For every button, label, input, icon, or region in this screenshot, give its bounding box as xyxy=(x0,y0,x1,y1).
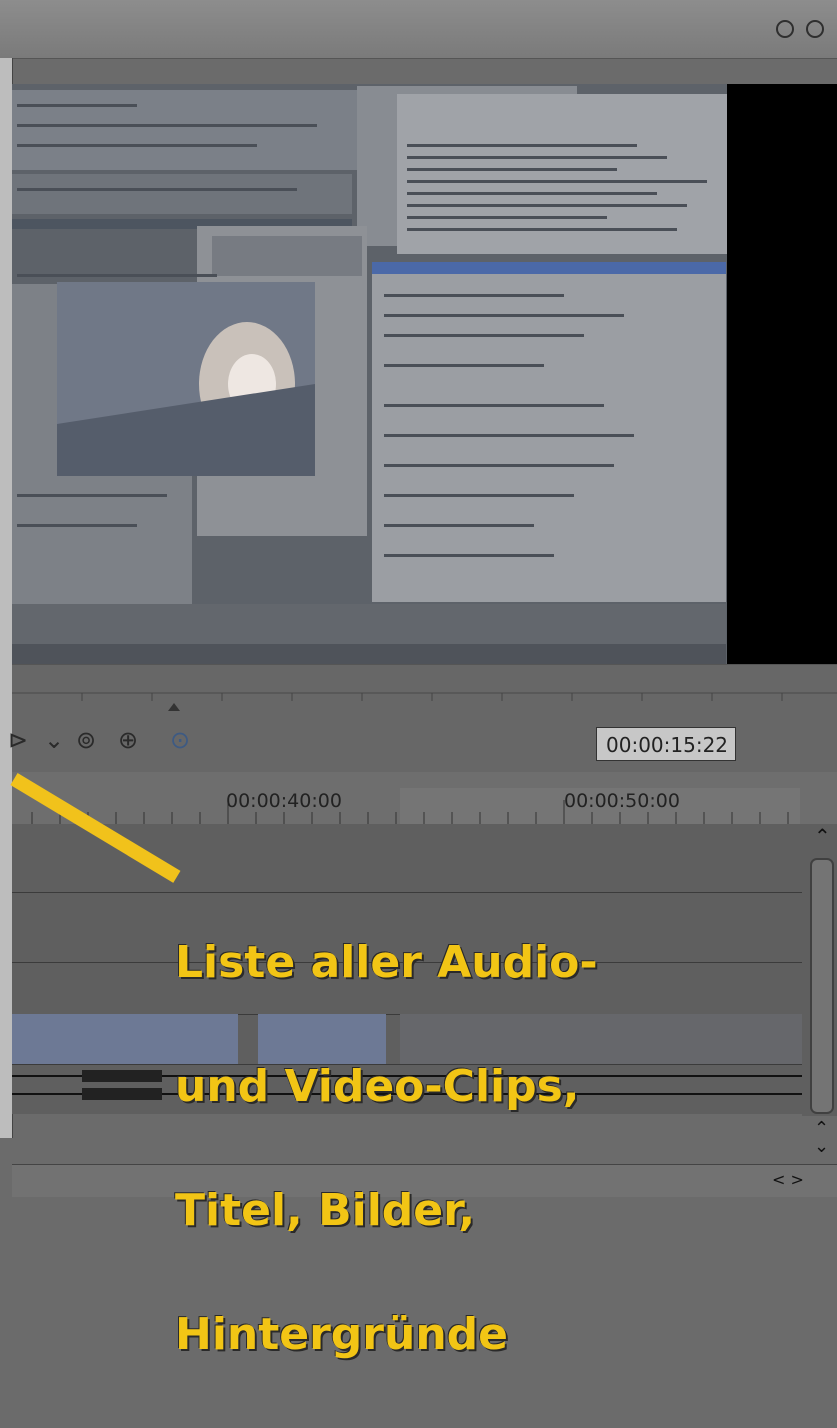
annotation-line: Liste aller Audio- xyxy=(175,937,598,988)
monitor-ruler[interactable] xyxy=(12,664,837,723)
panel-titlebar xyxy=(0,0,837,59)
timecode-field[interactable]: 00:00:15:22 xyxy=(596,727,736,761)
timeline-ruler[interactable] xyxy=(12,772,837,824)
clip-monitor-preview xyxy=(12,84,837,664)
annotation-line: Hintergründe xyxy=(175,1309,508,1360)
close-circle-icon[interactable] xyxy=(806,20,824,38)
fast-forward-icon[interactable]: ⊕ xyxy=(118,726,138,754)
zoom-icon[interactable]: ⊙ xyxy=(170,726,190,754)
timeline-ticks xyxy=(31,788,800,824)
play-icon[interactable]: ⊳ xyxy=(8,726,28,754)
skip-next-icon[interactable]: ⊚ xyxy=(76,726,96,754)
chevron-down-icon[interactable]: ⌄ xyxy=(44,726,64,754)
gear-circle-icon[interactable] xyxy=(776,20,794,38)
preview-frame xyxy=(12,84,837,664)
annotation-line: und Video-Clips, xyxy=(175,1061,580,1112)
ruler-ticks xyxy=(12,692,837,711)
timeline-tick-label: 00:00:40:00 xyxy=(226,790,342,812)
annotation-callout: Liste aller Audio- und Video-Clips, Tite… xyxy=(175,870,815,1428)
chevron-down-icon[interactable]: ⌄ xyxy=(814,1136,829,1157)
timeline-tick-label: 00:00:50:00 xyxy=(564,790,680,812)
monitor-black-region xyxy=(727,84,837,664)
annotation-line: Titel, Bilder, xyxy=(175,1185,476,1236)
chevron-up-icon[interactable]: ⌃ xyxy=(814,824,831,848)
